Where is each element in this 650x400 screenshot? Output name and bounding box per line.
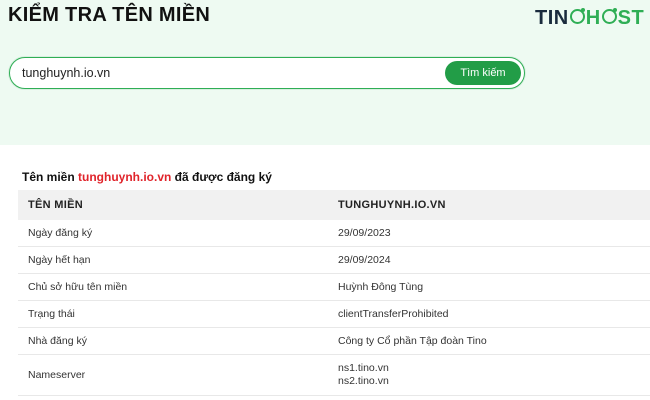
- row-label: Chủ sở hữu tên miền: [18, 273, 338, 301]
- logo-text-tin: TIN: [535, 7, 569, 29]
- tinohost-logo[interactable]: TIN H ST: [535, 7, 644, 30]
- table-row: Trạng thái clientTransferProhibited: [18, 300, 650, 328]
- nameserver-1: ns1.tino.vn: [338, 362, 389, 374]
- row-value-nameservers: ns1.tino.vn ns2.tino.vn: [338, 354, 650, 396]
- table-row: Nhà đăng ký Công ty Cổ phần Tập đoàn Tin…: [18, 327, 650, 355]
- row-value: 29/09/2023: [338, 220, 650, 247]
- result-domain: tunghuynh.io.vn: [78, 170, 172, 184]
- row-value: Công ty Cổ phần Tập đoàn Tino: [338, 327, 650, 355]
- nameserver-2: ns2.tino.vn: [338, 375, 389, 387]
- row-value: Huỳnh Đông Tùng: [338, 273, 650, 301]
- domain-info-table: TÊN MIỀN TUNGHUYNH.IO.VN Ngày đăng ký 29…: [18, 190, 650, 396]
- table-row: Ngày hết hạn 29/09/2024: [18, 246, 650, 274]
- search-button[interactable]: Tìm kiếm: [445, 61, 521, 85]
- logo-o-icon: [601, 8, 617, 24]
- table-header-row: TÊN MIỀN TUNGHUYNH.IO.VN: [18, 190, 650, 220]
- result-heading: Tên miền tunghuynh.io.vn đã được đăng ký: [22, 170, 272, 184]
- page-title: KIỂM TRA TÊN MIỀN: [8, 4, 211, 26]
- result-suffix: đã được đăng ký: [171, 170, 272, 184]
- row-label: Nameserver: [18, 354, 338, 396]
- result-prefix: Tên miền: [22, 170, 79, 184]
- logo-text-st: ST: [617, 7, 645, 29]
- table-row: Ngày đăng ký 29/09/2023: [18, 220, 650, 247]
- row-label: Trạng thái: [18, 300, 338, 328]
- table-row: Chủ sở hữu tên miền Huỳnh Đông Tùng: [18, 273, 650, 301]
- row-label: Nhà đăng ký: [18, 327, 338, 355]
- table-row-nameserver: Nameserver ns1.tino.vn ns2.tino.vn: [18, 354, 650, 396]
- logo-o-icon: [569, 8, 585, 24]
- row-label: Ngày hết hạn: [18, 246, 338, 274]
- domain-search-input[interactable]: [22, 64, 422, 82]
- search-bar: Tìm kiếm: [9, 57, 525, 89]
- header-label: TÊN MIỀN: [18, 190, 338, 220]
- logo-text-h: H: [585, 7, 601, 29]
- row-value: clientTransferProhibited: [338, 300, 650, 328]
- row-value: 29/09/2024: [338, 246, 650, 274]
- header-value: TUNGHUYNH.IO.VN: [338, 190, 650, 220]
- row-label: Ngày đăng ký: [18, 220, 338, 247]
